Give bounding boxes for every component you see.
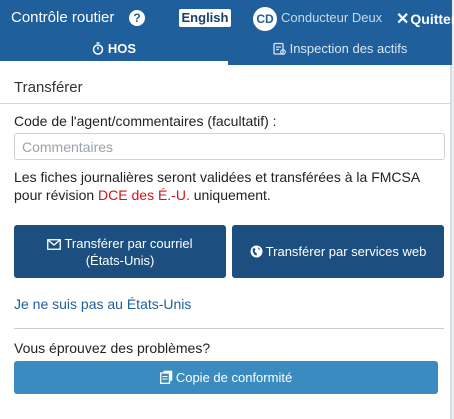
- email-button-line1: Transférer par courriel: [64, 236, 193, 251]
- divider: [14, 328, 444, 329]
- info-highlight: DCE des É.-U.: [98, 187, 190, 203]
- tab-hos[interactable]: HOS: [0, 35, 228, 65]
- problems-text: Vous éprouvez des problèmes?: [14, 340, 211, 356]
- avatar[interactable]: CD: [253, 7, 277, 31]
- transfer-email-button[interactable]: Transférer par courriel (États-Unis): [14, 225, 226, 278]
- info-suffix: uniquement.: [189, 187, 271, 203]
- divider: [0, 103, 452, 104]
- email-button-line2: (États-Unis): [85, 253, 155, 268]
- inspection-list-icon: [272, 42, 286, 55]
- transfer-info-text: Les fiches journalières seront validées …: [14, 168, 444, 204]
- roadside-inspection-screen: Contrôle routier ? English CD Conducteur…: [0, 0, 454, 419]
- driver-name: Conducteur Deux: [281, 10, 383, 25]
- comment-label: Code de l'agent/commentaires (facultatif…: [14, 113, 277, 129]
- close-icon: ✕: [396, 11, 410, 28]
- question-circle-icon[interactable]: ?: [129, 10, 145, 26]
- comment-input[interactable]: [14, 133, 445, 160]
- document-copy-icon: [159, 370, 173, 384]
- tab-hos-label: HOS: [107, 41, 137, 56]
- tab-asset-inspection[interactable]: Inspection des actifs: [228, 35, 452, 65]
- tab-bar: HOS Inspection des actifs: [0, 35, 452, 65]
- globe-icon: [250, 245, 263, 258]
- not-in-us-link[interactable]: Je ne suis pas au États-Unis: [14, 296, 191, 312]
- quit-label: Quitter: [410, 11, 454, 27]
- envelope-icon: [47, 239, 62, 250]
- transfer-webservice-button[interactable]: Transférer par services web: [232, 225, 444, 278]
- panel-title: Transférer: [14, 79, 83, 96]
- top-bar: Contrôle routier ? English CD Conducteur…: [0, 0, 454, 35]
- stopwatch-icon: [92, 42, 104, 55]
- tab-asset-inspection-label: Inspection des actifs: [289, 41, 408, 56]
- webservice-button-label: Transférer par services web: [265, 244, 427, 259]
- compliance-copy-label: Copie de conformité: [175, 370, 293, 385]
- compliance-copy-button[interactable]: Copie de conformité: [14, 361, 438, 394]
- language-button[interactable]: English: [179, 9, 231, 27]
- quit-button[interactable]: ✕Quitter: [396, 9, 454, 29]
- app-title: Contrôle routier: [11, 9, 115, 26]
